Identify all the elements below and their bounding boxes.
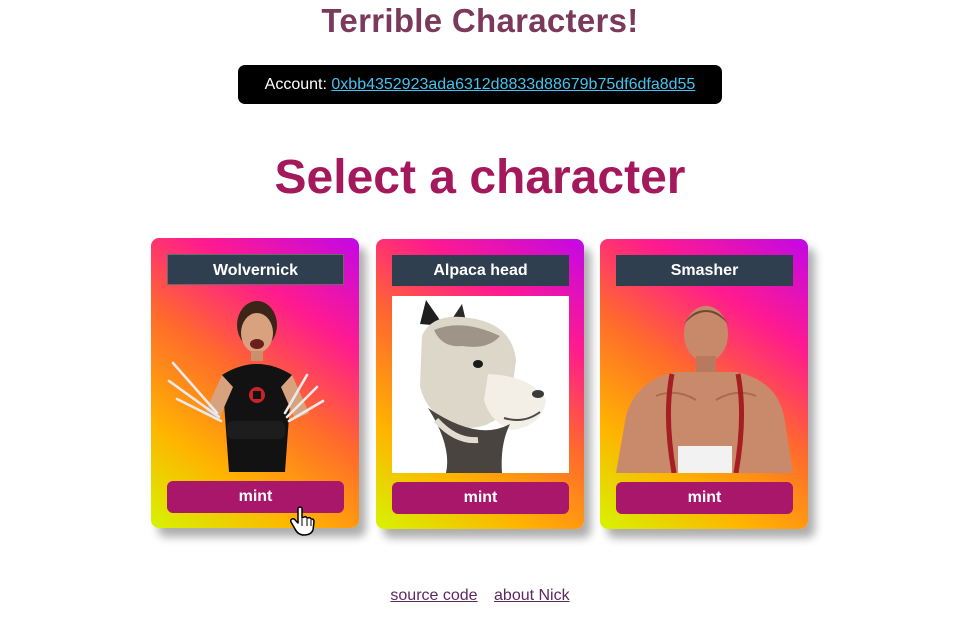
character-name: Wolvernick — [167, 254, 344, 285]
character-card-alpaca-head: Alpaca head mint — [376, 239, 584, 529]
select-character-heading: Select a character — [274, 151, 686, 204]
character-name: Alpaca head — [392, 255, 569, 286]
mint-button-smasher[interactable]: mint — [616, 482, 793, 514]
character-card-smasher: Smasher mint — [600, 239, 808, 529]
footer: source code about Nick — [0, 587, 960, 605]
mint-button-alpaca-head[interactable]: mint — [392, 482, 569, 514]
character-card-wolvernick: Wolvernick mint — [151, 238, 359, 528]
account-bar: Account: 0xbb4352923ada6312d8833d88679b7… — [238, 65, 722, 104]
about-nick-link[interactable]: about Nick — [494, 587, 570, 604]
character-image-alpaca-head — [392, 296, 569, 473]
character-image-smasher — [616, 296, 793, 473]
hand-pointer-icon — [289, 506, 316, 541]
character-image-wolvernick — [167, 295, 344, 472]
character-name: Smasher — [616, 255, 793, 286]
app-title: Terrible Characters! — [321, 2, 639, 39]
account-label: Account: — [264, 76, 327, 93]
mint-button-wolvernick[interactable]: mint — [167, 481, 344, 513]
account-address-link[interactable]: 0xbb4352923ada6312d8833d88679b75df6dfa8d… — [331, 76, 695, 93]
source-code-link[interactable]: source code — [390, 587, 477, 604]
